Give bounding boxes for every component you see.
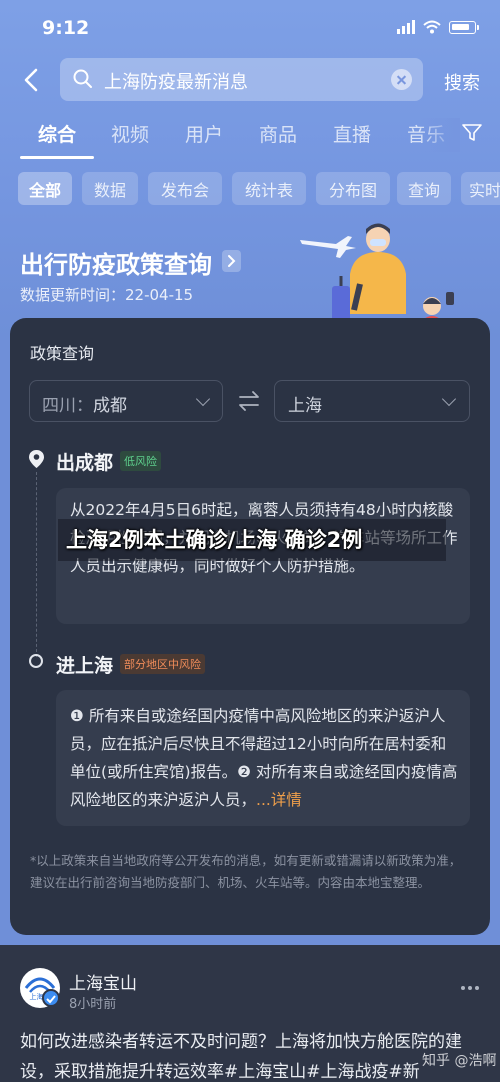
- origin-city: 成都: [93, 396, 127, 416]
- active-tab-indicator: [20, 156, 94, 159]
- policy-title[interactable]: 出行防疫政策查询: [20, 245, 212, 280]
- destination-city[interactable]: 上海: [288, 391, 322, 416]
- chevron-right-icon[interactable]: [222, 250, 241, 272]
- arrive-label: 进上海: [56, 655, 114, 677]
- tab-video[interactable]: 视频: [111, 120, 149, 147]
- chip-label: 实时: [469, 180, 500, 200]
- chip-label: 分布图: [328, 180, 377, 200]
- chip-press[interactable]: 发布会: [148, 172, 222, 205]
- post-text[interactable]: 如何改进感染者转运不及时问题？上海将加快方舱医院的建设，采取措施提升转运效率#上…: [20, 1027, 490, 1082]
- travel-illustration: [300, 223, 454, 329]
- overlay-caption: 上海2例本土确诊/上海 确诊2例: [66, 528, 363, 552]
- verified-icon: [42, 989, 60, 1007]
- search-icon: [73, 69, 92, 88]
- chip-all[interactable]: 全部: [18, 172, 72, 205]
- chip-stats[interactable]: 统计表: [232, 172, 306, 205]
- chip-label: 发布会: [160, 180, 209, 200]
- arrive-policy-text: ❶ 所有来自或途经国内疫情中高风险地区的来沪返沪人员，应在抵沪后尽快且不得超过1…: [70, 702, 458, 814]
- policy-query-title: 政策查询: [30, 344, 95, 363]
- clear-icon[interactable]: [391, 69, 412, 90]
- status-bar: 9:12: [0, 0, 500, 56]
- tabs-fade: [420, 118, 460, 152]
- chip-label: 统计表: [244, 180, 293, 200]
- swap-icon[interactable]: [236, 388, 262, 414]
- chip-data[interactable]: 数据: [82, 172, 138, 205]
- depart-label: 出成都: [56, 452, 114, 474]
- tab-comprehensive[interactable]: 综合: [38, 120, 76, 147]
- tab-users[interactable]: 用户: [185, 120, 223, 147]
- filter-icon[interactable]: [462, 124, 482, 142]
- search-query[interactable]: 上海防疫最新消息: [104, 68, 248, 94]
- chip-query[interactable]: 查询: [397, 172, 451, 205]
- destination-dot-icon: [29, 654, 43, 668]
- chip-label: 查询: [407, 180, 440, 200]
- policy-disclaimer: *以上政策来自当地政府等公开发布的消息，如有更新或错漏请以新政策为准，建议在出行…: [30, 853, 462, 890]
- tab-live[interactable]: 直播: [333, 120, 371, 147]
- status-icons: [397, 20, 479, 34]
- location-pin-icon: [29, 450, 44, 468]
- post-author[interactable]: 上海宝山: [69, 969, 137, 994]
- back-icon[interactable]: [18, 66, 46, 94]
- search-button[interactable]: 搜索: [444, 69, 480, 95]
- more-options-icon[interactable]: [461, 986, 479, 990]
- battery-icon: [449, 20, 479, 34]
- tab-goods[interactable]: 商品: [259, 120, 297, 147]
- chip-label: 全部: [28, 180, 61, 200]
- signal-icon: [397, 20, 415, 34]
- watermark: 知乎 @浩啊: [422, 1053, 497, 1069]
- update-time: 数据更新时间：22-04-15: [20, 286, 194, 304]
- details-link[interactable]: ...详情: [256, 791, 302, 809]
- wifi-icon: [423, 20, 441, 34]
- chip-realtime[interactable]: 实时: [461, 172, 500, 205]
- origin-select-text[interactable]: 四川：成都: [42, 391, 127, 416]
- risk-badge-low: 低风险: [120, 451, 161, 471]
- chip-map[interactable]: 分布图: [316, 172, 390, 205]
- post-time: 8小时前: [69, 997, 117, 1012]
- status-time: 9:12: [42, 17, 90, 39]
- risk-badge-medium: 部分地区中风险: [120, 654, 205, 674]
- timeline-line: [36, 472, 37, 657]
- chip-label: 数据: [93, 180, 126, 200]
- origin-province: 四川：: [42, 396, 93, 416]
